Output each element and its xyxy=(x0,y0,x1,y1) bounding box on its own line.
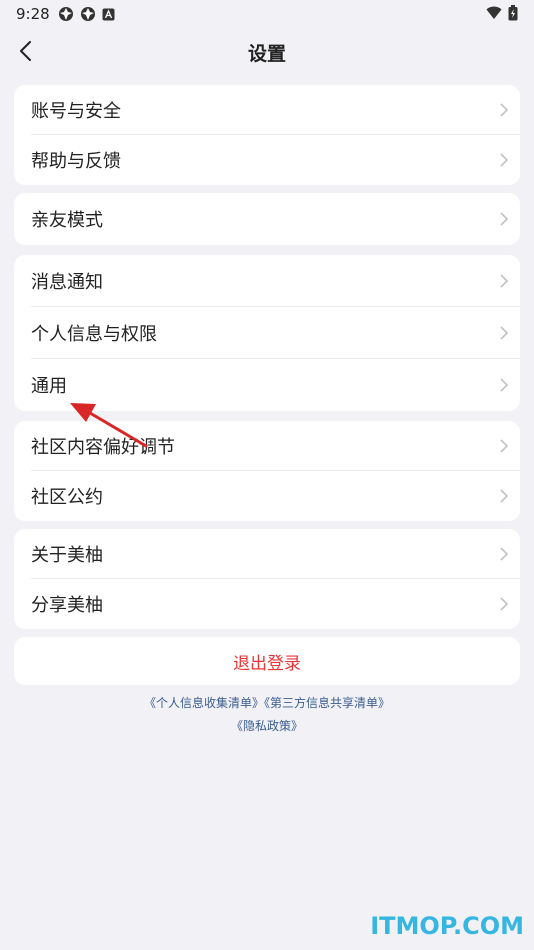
privacy-policy-link[interactable]: 《隐私政策》 xyxy=(231,719,303,733)
settings-item-notifications[interactable]: 消息通知 xyxy=(14,255,520,307)
settings-item-account-security[interactable]: 账号与安全 xyxy=(14,85,520,135)
personal-info-list-link[interactable]: 《个人信息收集清单》 xyxy=(144,696,264,710)
settings-item-content-preferences[interactable]: 社区内容偏好调节 xyxy=(14,421,520,471)
chevron-right-icon xyxy=(500,326,509,340)
settings-group-community: 社区内容偏好调节 社区公约 xyxy=(14,421,520,521)
nav-bar: 设置 xyxy=(0,28,534,74)
third-party-list-link[interactable]: 《第三方信息共享清单》 xyxy=(264,696,390,710)
battery-icon xyxy=(508,5,518,21)
app-icon-b xyxy=(81,7,95,21)
chevron-right-icon xyxy=(500,597,509,611)
status-icons-right xyxy=(486,5,518,21)
settings-group-general: 消息通知 个人信息与权限 通用 xyxy=(14,255,520,411)
settings-item-label: 关于美柚 xyxy=(31,545,103,566)
chevron-right-icon xyxy=(500,378,509,392)
settings-item-share[interactable]: 分享美柚 xyxy=(14,579,520,629)
settings-item-label: 通用 xyxy=(31,376,67,397)
privacy-policy-line: 《隐私政策》 xyxy=(0,717,534,734)
settings-group-about: 关于美柚 分享美柚 xyxy=(14,529,520,629)
chevron-right-icon xyxy=(500,103,509,117)
settings-item-general[interactable]: 通用 xyxy=(14,359,520,411)
chevron-right-icon xyxy=(500,439,509,453)
logout-label: 退出登录 xyxy=(233,653,301,674)
settings-item-label: 社区公约 xyxy=(31,487,103,508)
settings-group-family: 亲友模式 xyxy=(14,193,520,245)
app-icon-a xyxy=(59,7,73,21)
settings-item-label: 账号与安全 xyxy=(31,101,121,122)
settings-item-family-mode[interactable]: 亲友模式 xyxy=(14,193,520,245)
chevron-right-icon xyxy=(500,547,509,561)
font-icon xyxy=(102,8,115,20)
chevron-right-icon xyxy=(500,212,509,226)
settings-item-label: 消息通知 xyxy=(31,272,103,293)
settings-item-help-feedback[interactable]: 帮助与反馈 xyxy=(14,135,520,185)
status-icons-left xyxy=(58,6,115,22)
wifi-icon xyxy=(486,6,502,19)
settings-item-label: 帮助与反馈 xyxy=(31,151,121,172)
policy-links: 《个人信息收集清单》《第三方信息共享清单》 xyxy=(0,694,534,711)
watermark: ITMOP.COM xyxy=(370,912,524,940)
settings-item-privacy-permissions[interactable]: 个人信息与权限 xyxy=(14,307,520,359)
settings-item-label: 个人信息与权限 xyxy=(31,324,157,345)
page-title: 设置 xyxy=(247,43,286,65)
chevron-right-icon xyxy=(500,153,509,167)
status-time: 9:28 xyxy=(16,5,50,23)
logout-button[interactable]: 退出登录 xyxy=(14,637,520,685)
settings-item-label: 分享美柚 xyxy=(31,595,103,616)
chevron-right-icon xyxy=(500,489,509,503)
settings-item-label: 社区内容偏好调节 xyxy=(31,437,175,458)
settings-item-about[interactable]: 关于美柚 xyxy=(14,529,520,579)
status-bar: 9:28 xyxy=(0,0,534,28)
settings-item-label: 亲友模式 xyxy=(31,210,103,231)
settings-group-account: 账号与安全 帮助与反馈 xyxy=(14,85,520,185)
settings-item-community-rules[interactable]: 社区公约 xyxy=(14,471,520,521)
chevron-right-icon xyxy=(500,274,509,288)
